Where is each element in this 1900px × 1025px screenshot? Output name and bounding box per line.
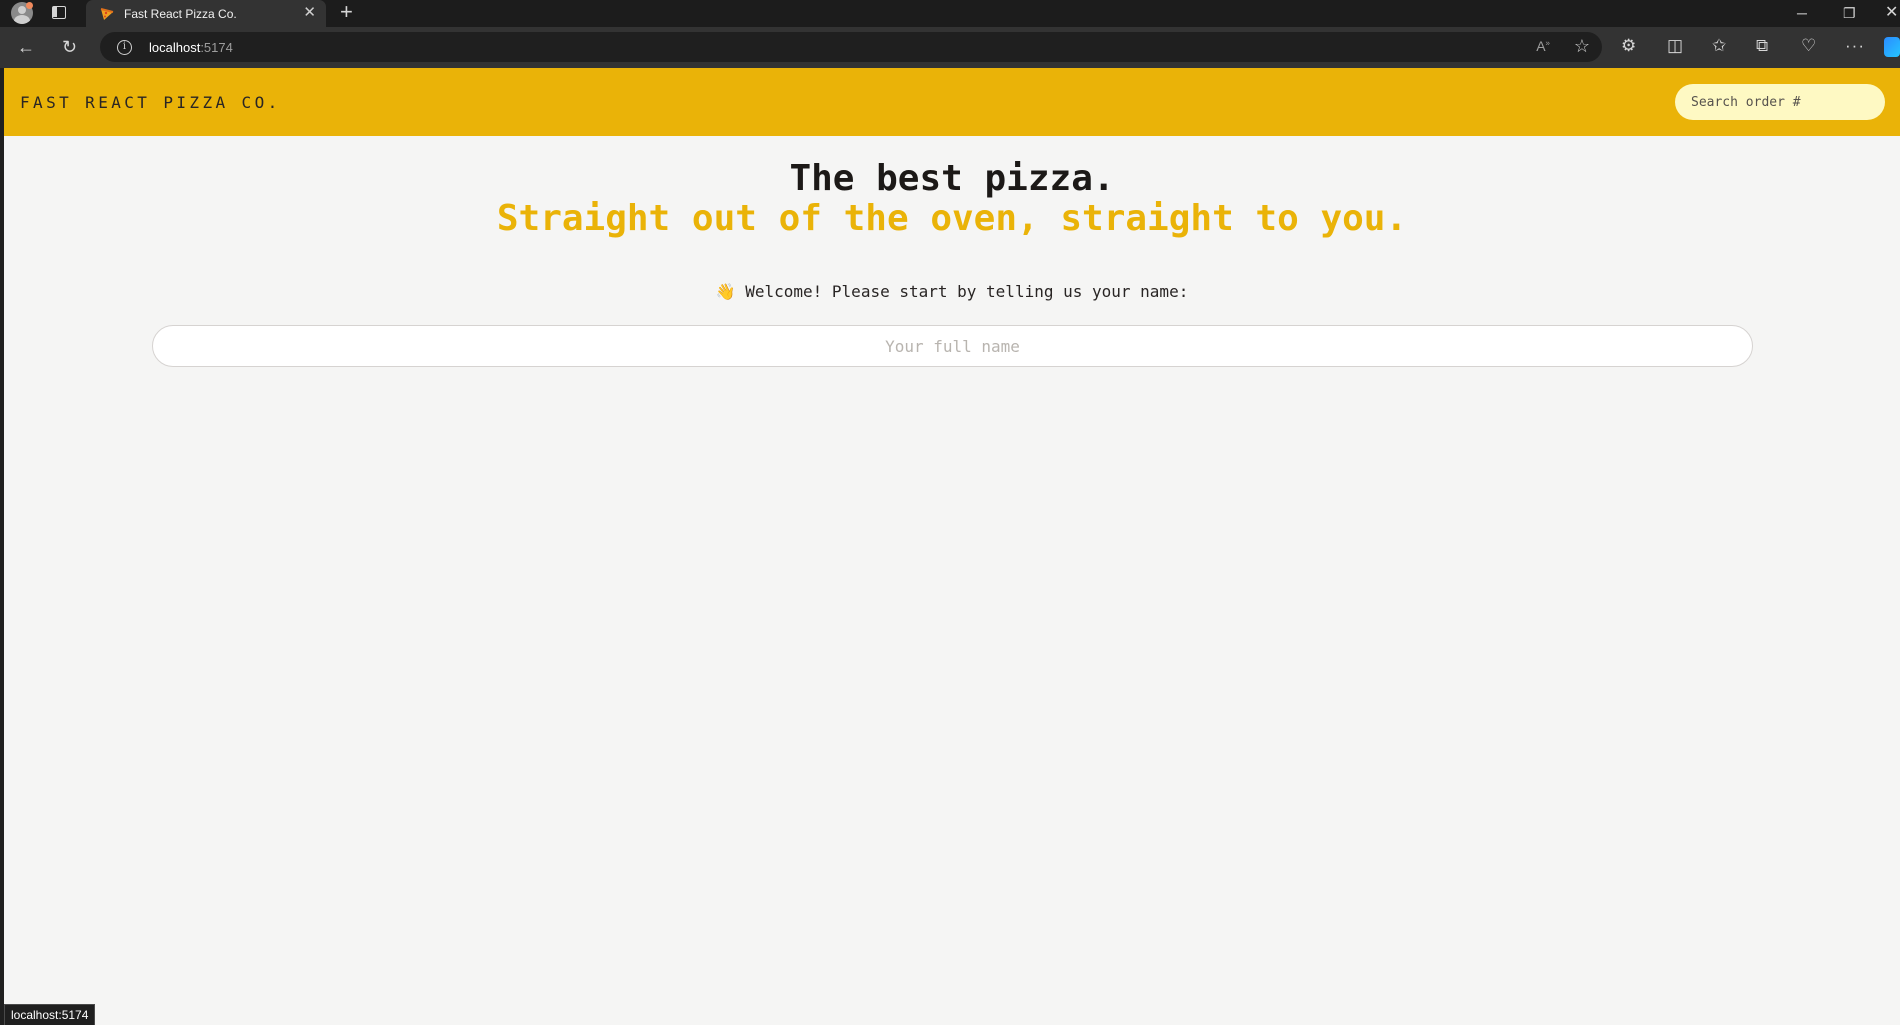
extensions-icon[interactable]: ⚙ bbox=[1621, 35, 1636, 57]
window-minimize-icon[interactable]: ─ bbox=[1797, 3, 1807, 23]
full-name-input[interactable] bbox=[152, 325, 1753, 367]
back-arrow-icon[interactable]: ← bbox=[17, 37, 35, 57]
page-viewport: Fast React Pizza Co. The best pizza. Str… bbox=[4, 68, 1900, 1025]
hero-subtitle: Straight out of the oven, straight to yo… bbox=[496, 198, 1408, 239]
site-info-icon[interactable]: i bbox=[117, 39, 132, 55]
collections-icon[interactable]: ⧉ bbox=[1756, 35, 1768, 57]
url-port: :5174 bbox=[200, 39, 233, 55]
window-restore-icon[interactable]: ❐ bbox=[1843, 3, 1856, 23]
link-status-tooltip: localhost:5174 bbox=[4, 1004, 96, 1025]
more-options-icon[interactable]: ··· bbox=[1845, 35, 1865, 57]
window-close-icon[interactable]: ✕ bbox=[1885, 3, 1898, 23]
copilot-icon[interactable] bbox=[1884, 37, 1900, 57]
url-field[interactable]: i localhost:5174 A» ☆ bbox=[100, 32, 1602, 62]
url-host: localhost bbox=[149, 39, 201, 55]
hero-title: The best pizza. bbox=[789, 158, 1115, 199]
waving-hand-icon: 👋 bbox=[715, 282, 736, 301]
browser-tab-bar: Fast React Pizza Co. ✕ + ─ ❐ ✕ bbox=[0, 0, 1900, 27]
favorite-star-icon[interactable]: ☆ bbox=[1574, 36, 1590, 57]
welcome-message: 👋 Welcome! Please start by telling us yo… bbox=[4, 282, 1900, 301]
split-screen-icon[interactable]: ◫ bbox=[1667, 35, 1683, 57]
tab-actions-icon[interactable] bbox=[52, 6, 66, 19]
profile-notification-dot bbox=[26, 2, 33, 9]
tab-close-icon[interactable]: ✕ bbox=[303, 5, 316, 21]
browser-tab-active[interactable]: Fast React Pizza Co. ✕ bbox=[86, 0, 326, 27]
browser-address-bar: ← ↻ i localhost:5174 A» ☆ ⚙ ◫ ✩ ⧉ ♡ ··· bbox=[0, 27, 1900, 68]
app-header: Fast React Pizza Co. bbox=[4, 68, 1900, 136]
reload-icon[interactable]: ↻ bbox=[62, 37, 77, 57]
search-order-input[interactable] bbox=[1675, 84, 1885, 120]
read-aloud-icon[interactable]: A» bbox=[1536, 38, 1550, 54]
logo-link[interactable]: Fast React Pizza Co. bbox=[20, 93, 281, 112]
tab-title: Fast React Pizza Co. bbox=[124, 6, 237, 21]
pizza-favicon-icon bbox=[100, 7, 114, 20]
welcome-text: Welcome! Please start by telling us your… bbox=[745, 282, 1189, 301]
favorites-icon[interactable]: ✩ bbox=[1712, 35, 1726, 57]
new-tab-icon[interactable]: + bbox=[340, 1, 353, 23]
performance-icon[interactable]: ♡ bbox=[1801, 35, 1816, 57]
